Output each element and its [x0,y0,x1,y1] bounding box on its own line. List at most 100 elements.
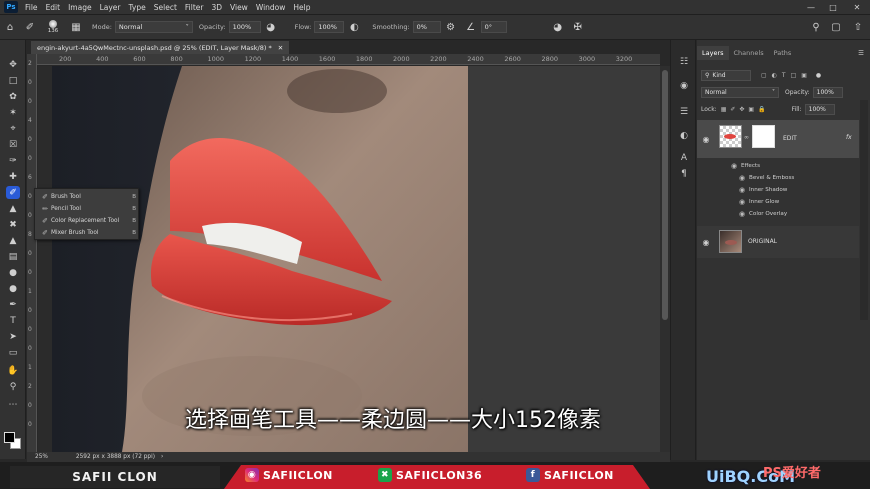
color-panel-icon[interactable]: ◉ [678,80,690,92]
layer-opacity-field[interactable]: 100% [812,87,843,98]
clone-stamp-tool-icon[interactable]: ▲ [6,202,20,215]
eye-icon[interactable]: ◉ [701,237,711,247]
eraser-tool-icon[interactable]: ▲ [6,234,20,247]
tab-channels[interactable]: Channels [729,46,769,60]
hand-tool-icon[interactable]: ✋ [6,364,20,377]
type-tool-icon[interactable]: T [6,314,20,327]
home-icon[interactable]: ⌂ [3,20,17,34]
fx-badge[interactable]: fx [846,134,852,141]
smoothing-settings-icon[interactable]: ⚙ [444,20,458,34]
maximize-icon[interactable]: □ [822,0,844,14]
layer-edit[interactable]: ◉ ∞ EDIT fx [697,120,859,158]
eye-icon[interactable]: ◉ [739,198,749,206]
flyout-item-color-replacement[interactable]: ✐ Color Replacement Tool B [35,215,140,227]
effect-inner-glow[interactable]: ◉ Inner Glow [739,198,779,206]
pen-tool-icon[interactable]: ✒ [6,298,20,311]
blend-mode-select[interactable]: Normal ˅ [701,87,779,98]
menu-view[interactable]: View [226,3,252,12]
eye-icon[interactable]: ◉ [739,210,749,218]
minimize-icon[interactable]: — [800,0,822,14]
eyedropper-tool-icon[interactable]: ✑ [6,154,20,167]
close-tab-icon[interactable]: ✕ [278,44,283,52]
angle-field[interactable]: 0° [480,21,507,33]
blur-tool-icon[interactable]: ● [6,266,20,279]
brush-tool-icon[interactable]: ✐ [6,186,20,199]
panel-menu-icon[interactable]: ☰ [858,46,864,60]
adjustments-panel-icon[interactable]: ◐ [678,130,690,142]
menu-type[interactable]: Type [125,3,150,12]
workspace-icon[interactable]: ▢ [829,20,843,34]
menu-help[interactable]: Help [289,3,314,12]
effect-bevel-emboss[interactable]: ◉ Bevel & Emboss [739,174,794,182]
eye-icon[interactable]: ◉ [731,162,741,170]
smoothing-field[interactable]: 0% [412,21,441,33]
layer-mask-thumbnail[interactable] [752,125,775,148]
brush-settings-icon[interactable]: ▦ [69,20,83,34]
menu-window[interactable]: Window [252,3,290,12]
history-brush-tool-icon[interactable]: ✖ [6,218,20,231]
share-icon[interactable]: ⇧ [851,20,865,34]
layer-original[interactable]: ◉ ORIGINAL [697,226,859,258]
flyout-item-brush[interactable]: ✐ Brush Tool B [35,191,140,203]
menu-3d[interactable]: 3D [207,3,226,12]
search-icon[interactable]: ⚲ [809,20,823,34]
frame-tool-icon[interactable]: ☒ [6,138,20,151]
document-tab[interactable]: engin-akyurt-4a5QwMectnc-unsplash.psd @ … [31,41,290,54]
move-tool-icon[interactable]: ✥ [6,58,20,71]
dodge-tool-icon[interactable]: ● [6,282,20,295]
pressure-size-icon[interactable]: ◕ [551,20,565,34]
airbrush-icon[interactable]: ◐ [347,20,361,34]
canvas[interactable]: 选择画笔工具——柔边圆——大小152像素 [38,66,660,452]
layers-scrollbar[interactable] [860,100,868,320]
flow-field[interactable]: 100% [314,21,345,33]
canvas-scrollbar[interactable] [660,66,670,452]
marquee-tool-icon[interactable]: □ [6,74,20,87]
chevron-right-icon[interactable]: › [161,454,163,460]
opacity-field[interactable]: 100% [228,21,261,33]
menu-select[interactable]: Select [150,3,181,12]
edit-toolbar-icon[interactable]: ⋯ [6,398,20,411]
mode-select[interactable]: Normal ˅ [114,21,193,33]
eye-icon[interactable]: ◉ [739,174,749,182]
lock-icons[interactable]: ▦✐✥▣🔒 [721,106,770,113]
filter-icons[interactable]: ▢◐T□▣ [761,72,812,79]
brush-size-picker[interactable]: 136 [42,16,64,38]
healing-brush-tool-icon[interactable]: ✚ [6,170,20,183]
flyout-item-pencil[interactable]: ✏ Pencil Tool B [35,203,140,215]
flyout-item-mixer-brush[interactable]: ✐ Mixer Brush Tool B [35,227,140,239]
tab-paths[interactable]: Paths [769,46,797,60]
quick-select-tool-icon[interactable]: ✶ [6,106,20,119]
chevron-down-icon: ˅ [185,23,189,31]
gradient-tool-icon[interactable]: ▤ [6,250,20,263]
menu-file[interactable]: File [21,3,42,12]
eye-icon[interactable]: ◉ [739,186,749,194]
filter-toggle-icon[interactable]: ● [816,72,821,79]
link-icon[interactable]: ∞ [744,134,749,141]
rectangle-tool-icon[interactable]: ▭ [6,346,20,359]
effect-color-overlay[interactable]: ◉ Color Overlay [739,210,787,218]
menu-image[interactable]: Image [64,3,96,12]
crop-tool-icon[interactable]: ⌖ [6,122,20,135]
kind-filter-select[interactable]: ⚲ Kind [701,70,751,81]
history-panel-icon[interactable]: ☷ [678,56,690,68]
properties-panel-icon[interactable]: ☰ [678,106,690,118]
foreground-color-swatch[interactable] [4,432,15,443]
paragraph-panel-icon[interactable]: ¶ [678,168,690,180]
eye-icon[interactable]: ◉ [701,134,711,144]
brush-preset-icon[interactable]: ✐ [23,20,37,34]
pressure-opacity-icon[interactable]: ◕ [264,20,278,34]
menu-filter[interactable]: Filter [181,3,208,12]
symmetry-icon[interactable]: ✠ [571,20,585,34]
fill-field[interactable]: 100% [804,104,835,115]
effect-inner-shadow[interactable]: ◉ Inner Shadow [739,186,787,194]
menu-layer[interactable]: Layer [96,3,125,12]
scrollbar-thumb[interactable] [662,70,668,320]
tab-layers[interactable]: Layers [697,46,729,60]
brush-tool-flyout: ✐ Brush Tool B ✏ Pencil Tool B ✐ Color R… [34,188,139,240]
path-select-tool-icon[interactable]: ➤ [6,330,20,343]
zoom-tool-icon[interactable]: ⚲ [6,380,20,393]
character-panel-icon[interactable]: A [678,152,690,164]
menu-edit[interactable]: Edit [42,3,65,12]
close-icon[interactable]: ✕ [846,0,868,14]
lasso-tool-icon[interactable]: ✿ [6,90,20,103]
